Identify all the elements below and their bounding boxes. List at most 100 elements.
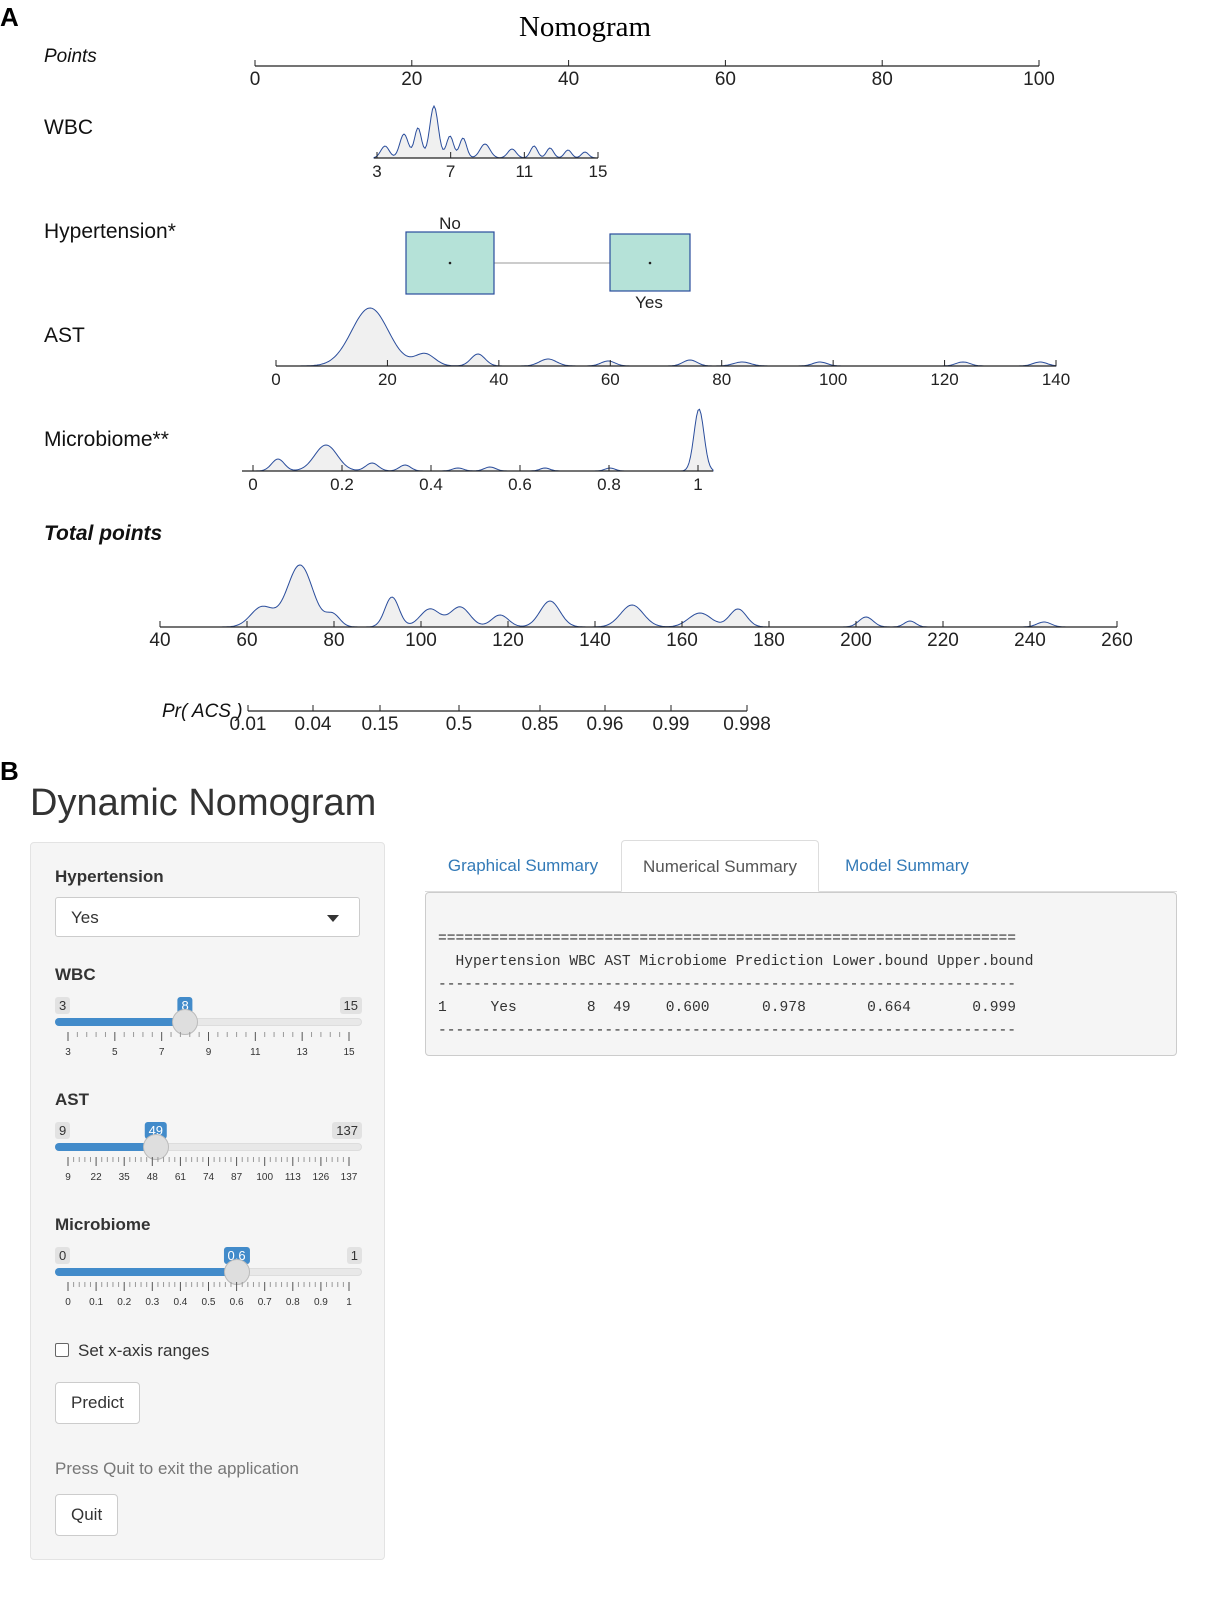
numerical-summary-output: ========================================…: [425, 892, 1177, 1056]
ast-tick-label: 40: [489, 370, 508, 389]
total-points-tick-label: 60: [236, 630, 257, 651]
slider-tick-label: 35: [119, 1172, 131, 1183]
wbc-row-label: WBC: [44, 116, 93, 139]
probability-tick-label: 0.85: [522, 714, 559, 735]
slider-tick-label: 61: [175, 1172, 187, 1183]
total-points-tick-label: 220: [927, 630, 959, 651]
tab-graphical-summary[interactable]: Graphical Summary: [425, 840, 621, 892]
sidebar-panel: Hypertension Yes WBC 3 15 8 3 5 7 9 11 13 15 A…: [30, 842, 385, 1560]
microbiome-tick-label: 0.4: [419, 475, 443, 494]
microbiome-tick-label: 0: [248, 475, 257, 494]
wbc-slider[interactable]: 3 15 8 3 5 7 9 11 13 15: [55, 997, 362, 1077]
microbiome-tick-label: 0.8: [597, 475, 621, 494]
ast-density: [276, 307, 1057, 367]
total-points-tick-label: 240: [1014, 630, 1046, 651]
probability-tick-label: 0.04: [295, 714, 332, 735]
predict-button[interactable]: Predict: [55, 1382, 140, 1424]
total-points-tick-label: 180: [753, 630, 785, 651]
hypertension-select[interactable]: Yes: [55, 897, 360, 937]
microbiome-label: Microbiome: [55, 1215, 151, 1234]
slider-tick-label: 9: [206, 1047, 212, 1058]
microbiome-min-label: 0: [55, 1247, 71, 1264]
checkbox-icon[interactable]: [55, 1343, 69, 1357]
ast-label: AST: [55, 1090, 89, 1109]
probability-tick-label: 0.998: [723, 714, 771, 735]
slider-tick-label: 0: [65, 1297, 71, 1308]
slider-tick-label: 100: [256, 1172, 273, 1183]
wbc-slider-fill: [55, 1018, 186, 1026]
total-points-tick-label: 80: [323, 630, 344, 651]
wbc-label: WBC: [55, 965, 96, 984]
slider-tick-label: 48: [147, 1172, 159, 1183]
slider-tick-label: 0.1: [89, 1297, 103, 1308]
microbiome-slider[interactable]: 0 1 0.6 0 0.1 0.2 0.3 0.4 0.5 0.6 0.7 0.8 0.9 1: [55, 1247, 362, 1327]
total-points-tick-label: 160: [666, 630, 698, 651]
total-points-density: [160, 564, 1117, 628]
points-label: Points: [44, 46, 97, 67]
panel-label-b: B: [0, 756, 19, 786]
slider-tick-label: 87: [231, 1172, 243, 1183]
slider-tick-label: 0.8: [286, 1297, 300, 1308]
points-tick-label: 60: [715, 69, 736, 90]
output-header-line: Hypertension WBC AST Microbiome Predicti…: [438, 954, 1034, 970]
slider-tick-label: 0.7: [258, 1297, 272, 1308]
slider-tick-label: 137: [341, 1172, 358, 1183]
slider-tick-label: 22: [91, 1172, 103, 1183]
ast-slider-fill: [55, 1143, 156, 1151]
points-tick-label: 0: [250, 69, 261, 90]
total-points-label: Total points: [44, 522, 162, 545]
slider-tick-label: 0.9: [314, 1297, 328, 1308]
ast-min-label: 9: [55, 1122, 71, 1139]
slider-tick-label: 0.5: [202, 1297, 216, 1308]
x-axis-range-checkbox[interactable]: Set x-axis ranges: [55, 1341, 209, 1361]
total-points-tick-label: 140: [579, 630, 611, 651]
slider-tick-label: 74: [203, 1172, 215, 1183]
wbc-min-label: 3: [55, 997, 71, 1014]
hypertension-row-label: Hypertension*: [44, 220, 176, 243]
ast-slider[interactable]: 9 137 49 9 22 35 48 61 74 87 100 113 126 137: [55, 1122, 362, 1202]
wbc-max-label: 15: [339, 997, 362, 1014]
slider-tick-label: 0.2: [117, 1297, 131, 1308]
total-points-tick-label: 40: [149, 630, 170, 651]
slider-tick-label: 15: [343, 1047, 355, 1058]
microbiome-tick-label: 0.6: [508, 475, 532, 494]
wbc-tick-label: 15: [589, 162, 608, 181]
ast-tick-label: 100: [819, 370, 847, 389]
quit-button[interactable]: Quit: [55, 1494, 119, 1536]
caret-down-icon: [327, 915, 339, 922]
tab-model-summary[interactable]: Model Summary: [819, 840, 995, 892]
hypertension-level-yes: Yes: [635, 293, 663, 312]
slider-tick-label: 7: [159, 1047, 165, 1058]
tab-numerical-summary[interactable]: Numerical Summary: [621, 840, 819, 892]
hypertension-label: Hypertension: [55, 867, 164, 886]
microbiome-slider-fill: [55, 1268, 237, 1276]
ast-tick-label: 60: [601, 370, 620, 389]
slider-tick-label: 0.3: [145, 1297, 159, 1308]
slider-tick-label: 5: [112, 1047, 118, 1058]
microbiome-tick-label: 1: [693, 475, 702, 494]
hypertension-level-no: No: [439, 214, 461, 233]
output-line: ----------------------------------------…: [438, 1023, 1017, 1039]
ast-slider-ticks: 9 22 35 48 61 74 87 100 113 126 137: [65, 1157, 358, 1183]
ast-row-label: AST: [44, 324, 85, 347]
slider-tick-label: 0.6: [230, 1297, 244, 1308]
ast-tick-label: 140: [1042, 370, 1070, 389]
wbc-slider-ticks: 3 5 7 9 11 13 15: [65, 1032, 355, 1058]
slider-tick-label: 3: [65, 1047, 71, 1058]
ast-tick-label: 80: [712, 370, 731, 389]
microbiome-slider-ticks: 0 0.1 0.2 0.3 0.4 0.5 0.6 0.7 0.8 0.9 1: [65, 1282, 352, 1308]
points-tick-label: 40: [558, 69, 579, 90]
probability-tick-label: 0.15: [362, 714, 399, 735]
probability-tick-label: 0.5: [446, 714, 472, 735]
probability-tick-label: 0.96: [587, 714, 624, 735]
microbiome-density: [242, 408, 714, 472]
total-points-tick-label: 120: [492, 630, 524, 651]
slider-tick-label: 1: [346, 1297, 352, 1308]
ast-tick-label: 120: [930, 370, 958, 389]
wbc-tick-label: 7: [446, 162, 455, 181]
probability-tick-label: 0.99: [653, 714, 690, 735]
points-tick-label: 100: [1023, 69, 1055, 90]
ast-tick-label: 0: [271, 370, 280, 389]
ast-max-label: 137: [332, 1122, 362, 1139]
wbc-density: [373, 104, 598, 159]
